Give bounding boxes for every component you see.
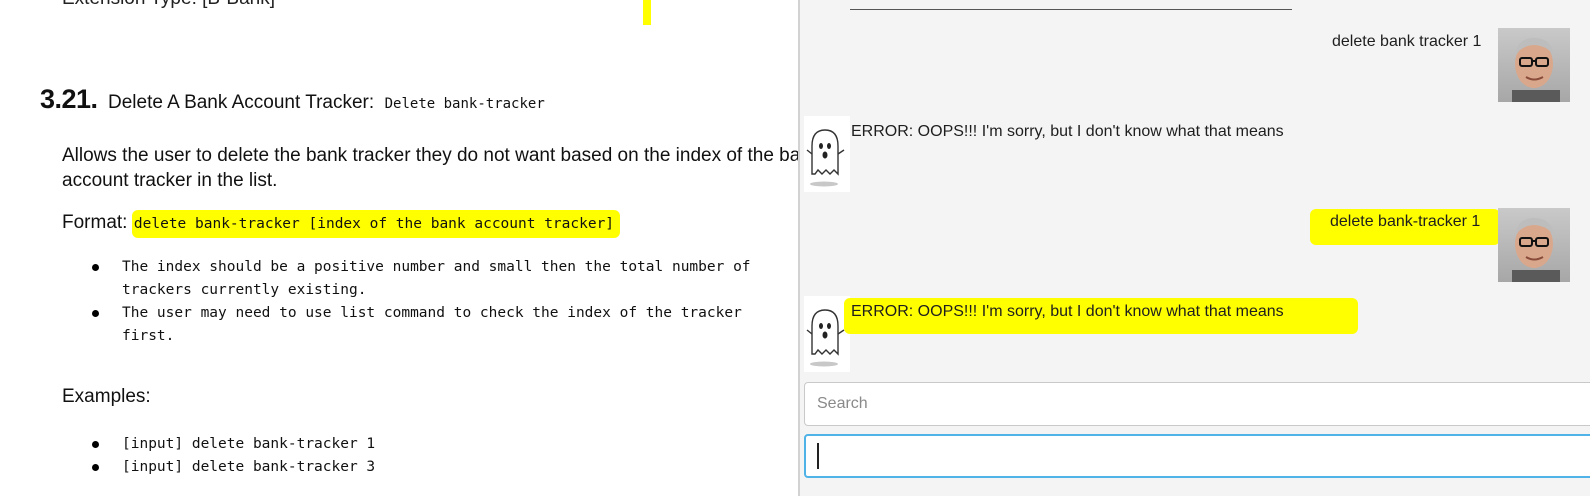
list-item: The index should be a positive number an… [92, 256, 782, 302]
message-divider [850, 0, 1292, 10]
message-input[interactable] [804, 434, 1590, 478]
list-item: [input] delete bank-tracker 3 [92, 456, 782, 479]
section-title: Delete A Bank Account Tracker: [108, 92, 375, 113]
format-line: Format: delete bank-tracker [index of th… [62, 210, 621, 238]
user-message: delete bank tracker 1 [1332, 33, 1482, 50]
list-item: [input] delete bank-tracker 1 [92, 433, 782, 456]
highlight-mark [643, 0, 651, 25]
section-description: Allows the user to delete the bank track… [62, 145, 800, 191]
ghost-icon [806, 129, 845, 187]
user-avatar [1498, 208, 1570, 282]
section-number: 3.21. [40, 84, 98, 114]
search-input[interactable] [804, 382, 1590, 426]
user-message: delete bank-tracker 1 [1330, 213, 1481, 230]
chat-window: delete bank tracker 1 ERROR: OOPS!!! I'm… [798, 0, 1590, 496]
format-label: Format: [62, 212, 128, 233]
person-photo-icon [1512, 38, 1560, 102]
person-photo-icon [1512, 218, 1560, 282]
list-item: The user may need to use list command to… [92, 302, 782, 348]
bot-avatar [804, 116, 850, 192]
user-avatar [1498, 28, 1570, 102]
examples-heading: Examples: [62, 386, 151, 407]
bot-message: ERROR: OOPS!!! I'm sorry, but I don't kn… [851, 123, 1284, 140]
text-cursor [817, 443, 819, 469]
bot-message: ERROR: OOPS!!! I'm sorry, but I don't kn… [851, 303, 1284, 320]
user-guide-document: Extension Type: [B-Bank] 3.21. Delete A … [0, 0, 800, 496]
notes-list: The index should be a positive number an… [92, 256, 782, 348]
previous-section-line: Extension Type: [B-Bank] [62, 0, 275, 10]
format-syntax: delete bank-tracker [index of the bank a… [131, 210, 621, 238]
section-command: Delete bank-tracker [384, 96, 545, 112]
section-heading: 3.21. Delete A Bank Account Tracker: Del… [40, 84, 545, 115]
examples-list: [input] delete bank-tracker 1 [input] de… [92, 433, 782, 479]
